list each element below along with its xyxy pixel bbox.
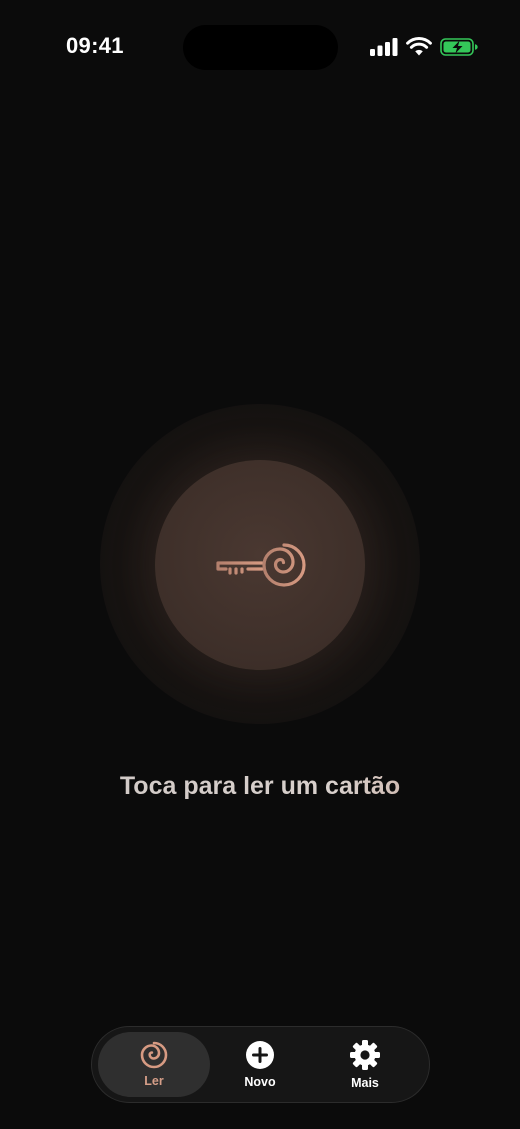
battery-charging-icon	[440, 37, 478, 56]
tab-ler[interactable]: Ler	[98, 1032, 210, 1097]
tab-ler-label: Ler	[144, 1074, 164, 1088]
tab-bar: Ler Novo Mais	[91, 1026, 430, 1103]
tab-mais[interactable]: Mais	[310, 1032, 420, 1097]
dynamic-island	[183, 25, 338, 70]
read-card-button[interactable]	[155, 460, 365, 670]
cellular-signal-icon	[370, 37, 398, 56]
status-icons	[370, 37, 478, 56]
gear-icon	[350, 1040, 380, 1070]
status-time: 09:41	[66, 33, 124, 58]
tab-novo-label: Novo	[244, 1075, 276, 1089]
plus-circle-icon	[246, 1041, 274, 1069]
tab-mais-label: Mais	[351, 1076, 379, 1090]
read-card-prompt: Toca para ler um cartão	[0, 772, 520, 801]
app-screen: 09:41 Toca para ler um cartão Ler Novo M…	[0, 0, 520, 1129]
key-spiral-icon	[216, 543, 306, 587]
wifi-icon	[406, 37, 432, 56]
spiral-icon	[140, 1041, 168, 1069]
tab-novo[interactable]: Novo	[210, 1032, 310, 1097]
